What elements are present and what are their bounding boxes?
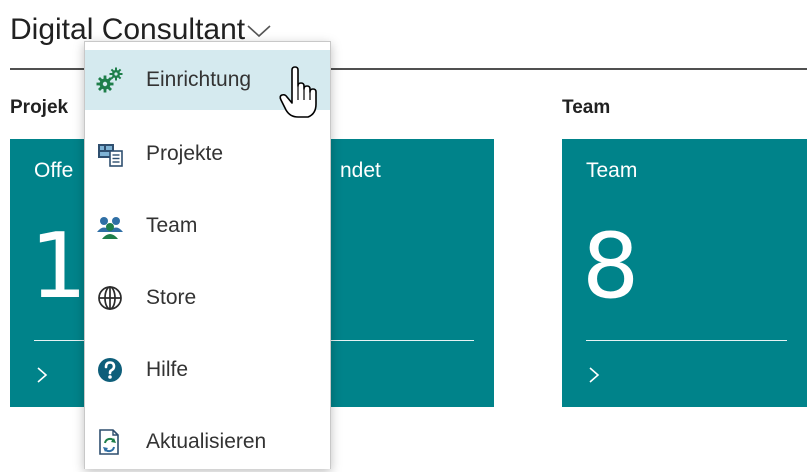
group-label-projects: Projek [10,97,69,118]
menu-item-label: Store [146,286,197,309]
tile-team[interactable]: Team 8 [562,139,807,407]
menu-item-label: Einrichtung [146,68,252,91]
group-label-team: Team [562,97,611,118]
menu-item-label: Hilfe [146,358,189,381]
menu-item-label: Projekte [146,142,224,165]
help-icon [98,358,122,382]
chevron-down-icon[interactable] [246,24,272,38]
menu-item-projekte[interactable]: Projekte [85,124,330,184]
projects-icon [98,144,123,167]
chevron-right-icon[interactable] [588,366,600,384]
refresh-document-icon [99,429,119,455]
menu-item-team[interactable]: Team [85,196,330,256]
menu-item-store[interactable]: Store [85,268,330,328]
team-icon [97,217,123,239]
tile-caption: Team [586,159,638,182]
gears-icon [96,67,123,93]
chevron-right-icon[interactable] [36,366,48,384]
navigation-menu: Einrichtung Projekte Team Store Hilfe Ak… [84,41,331,469]
tile-value: 8 [582,214,640,319]
tile-caption-right: ndet [340,159,381,182]
menu-item-einrichtung[interactable]: Einrichtung [85,50,330,110]
menu-item-label: Team [146,214,198,237]
menu-item-hilfe[interactable]: Hilfe [85,340,330,400]
tile-divider [586,340,787,341]
globe-icon [98,286,122,310]
menu-item-label: Aktualisieren [146,430,267,453]
tile-caption-left: Offe [34,159,74,182]
menu-item-aktualisieren[interactable]: Aktualisieren [85,412,330,472]
